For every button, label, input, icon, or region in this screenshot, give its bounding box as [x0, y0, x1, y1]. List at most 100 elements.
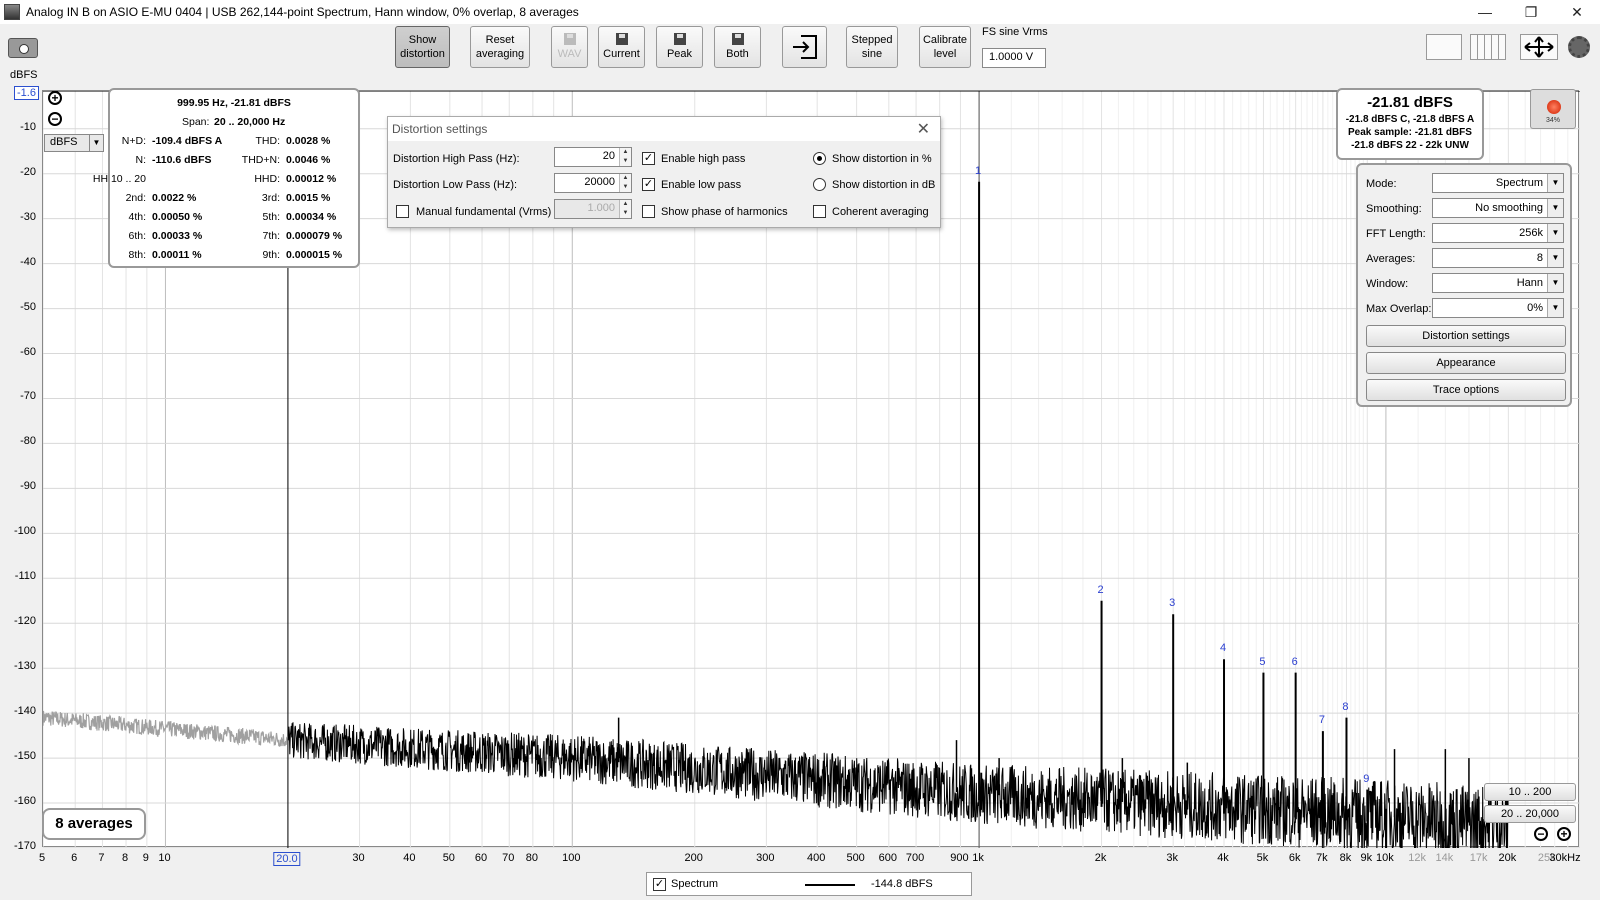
save-both-button[interactable]: Both — [714, 26, 761, 68]
show-pct-radio[interactable] — [813, 152, 826, 165]
x-tick-label: 14k — [1435, 852, 1454, 864]
spinner-icon[interactable]: ▲ ▼ — [619, 148, 631, 166]
y-tick-label: -110 — [14, 570, 36, 583]
wav-button[interactable]: WAV — [551, 26, 588, 68]
enable-high-pass-checkbox[interactable]: ✓ — [642, 152, 655, 165]
floppy-icon — [615, 33, 628, 45]
appearance-button[interactable]: Appearance — [1366, 352, 1566, 374]
zoom-in-icon[interactable]: + — [48, 91, 62, 105]
chevron-down-icon: ▼ — [1547, 174, 1563, 192]
camera-icon[interactable] — [8, 38, 38, 58]
record-button[interactable]: 34% — [1530, 89, 1576, 129]
x-tick-label: 1k — [972, 852, 984, 864]
coherent-averaging-checkbox[interactable] — [813, 205, 826, 218]
record-icon — [1547, 100, 1561, 114]
spinner-icon[interactable]: ▲ ▼ — [619, 174, 631, 192]
show-db-radio[interactable] — [813, 178, 826, 191]
stepped-sine-button[interactable]: Stepped sine — [846, 26, 898, 68]
gear-icon[interactable] — [1568, 36, 1590, 58]
x-tick-label: 9k — [1360, 852, 1373, 864]
x-tick-label: 7k — [1316, 852, 1328, 864]
spinner-icon[interactable]: ▲ ▼ — [619, 200, 631, 218]
x-tick-label: 9 — [142, 852, 149, 864]
readout-value: 0.0015 % — [286, 192, 331, 204]
zoom-out-icon[interactable]: − — [48, 112, 62, 126]
harmonic-label: 7 — [1318, 714, 1325, 727]
x-tick-label: 7 — [98, 852, 105, 864]
close-button[interactable]: ✕ — [1554, 0, 1600, 24]
x-tick-label: 17k — [1469, 852, 1488, 864]
show-phase-checkbox[interactable] — [642, 205, 655, 218]
harmonic-label: 5 — [1259, 655, 1266, 668]
record-percent: 34% — [1545, 117, 1560, 124]
spectrum-checkbox[interactable]: ✓ — [653, 878, 666, 891]
chevron-down-icon: ▼ — [1547, 224, 1563, 242]
distortion-settings-button[interactable]: Distortion settings — [1366, 325, 1566, 347]
y-tick-label: -70 — [20, 390, 36, 403]
x-tick-label: 50 — [442, 852, 455, 864]
fs-sine-label: FS sine Vrms — [982, 26, 1048, 38]
harmonic-label: 9 — [1363, 772, 1370, 785]
max-overlap-select[interactable]: 0% ▼ — [1432, 298, 1564, 318]
smoothing-select[interactable]: No smoothing ▼ — [1432, 198, 1564, 218]
smoothing-value: No smoothing — [1475, 202, 1543, 214]
x-tick-label[interactable]: 20.0 — [273, 852, 301, 866]
calibrate-level-label-1: Calibrate — [922, 34, 968, 46]
readout-label: 8th: — [128, 249, 146, 261]
mode-select[interactable]: Spectrum ▼ — [1432, 173, 1564, 193]
import-button[interactable] — [782, 26, 827, 68]
readout-value: 0.00050 % — [152, 211, 203, 223]
calibrate-level-button[interactable]: Calibrate level — [919, 26, 971, 68]
x-tick-label: 5 — [38, 852, 46, 864]
range-20-20000-button[interactable]: 20 .. 20,000 — [1484, 805, 1576, 823]
range-10-200-button[interactable]: 10 .. 200 — [1484, 783, 1576, 801]
chevron-down-icon: ▼ — [89, 135, 103, 151]
span-value: 20 .. 20,000 Hz — [214, 116, 286, 128]
window-select[interactable]: Hann ▼ — [1432, 273, 1564, 293]
units-select[interactable]: dBFS ▼ — [44, 134, 104, 152]
zoom-out-x-icon[interactable]: − — [1534, 827, 1548, 841]
max-overlap-value: 0% — [1527, 302, 1543, 314]
floppy-icon — [673, 33, 686, 45]
readout-value: 0.00034 % — [286, 211, 337, 223]
x-tick-label: 2k — [1094, 852, 1107, 864]
harmonic-label: 1 — [975, 164, 982, 177]
low-pass-value: 20000 — [584, 176, 615, 188]
averages-select[interactable]: 8 ▼ — [1432, 248, 1564, 268]
columns-icon[interactable] — [1470, 34, 1506, 60]
trace-options-button[interactable]: Trace options — [1366, 379, 1566, 401]
layout-icon[interactable] — [1426, 34, 1462, 60]
distortion-readout: 999.95 Hz, -21.81 dBFS Span: 20 .. 20,00… — [93, 88, 360, 268]
reset-averaging-button[interactable]: Reset averaging — [470, 26, 530, 68]
x-tick-label: 20k — [1498, 852, 1517, 864]
fft-length-select[interactable]: 256k ▼ — [1432, 223, 1564, 243]
minimize-button[interactable]: — — [1462, 0, 1508, 24]
enable-low-pass-checkbox[interactable]: ✓ — [642, 178, 655, 191]
manual-fundamental-input[interactable]: 1.000 ▲ ▼ — [554, 199, 632, 219]
y-top-value[interactable]: -1.6 — [14, 86, 39, 100]
readout-value: 0.000015 % — [286, 249, 343, 261]
fs-sine-input[interactable]: 1.0000 V — [982, 48, 1046, 68]
restore-button[interactable]: ❐ — [1508, 0, 1554, 24]
fft-length-label: FFT Length: — [1366, 228, 1426, 240]
high-pass-input[interactable]: 20 ▲ ▼ — [554, 147, 632, 167]
averages-value: 8 — [1536, 252, 1543, 264]
chevron-down-icon: ▼ — [1547, 299, 1563, 317]
expand-arrows-icon[interactable] — [1520, 34, 1558, 60]
save-current-button[interactable]: Current — [598, 26, 645, 68]
harmonic-label: 3 — [1169, 597, 1176, 610]
close-icon[interactable]: ✕ — [917, 119, 930, 139]
enable-high-pass-label: Enable high pass — [661, 153, 746, 165]
manual-fundamental-checkbox[interactable] — [396, 205, 409, 218]
legend-series-name: Spectrum — [671, 878, 719, 890]
x-tick-label: 70 — [502, 852, 515, 864]
floppy-icon — [731, 33, 744, 45]
save-peak-button[interactable]: Peak — [656, 26, 703, 68]
readout-label: 3rd: — [261, 192, 280, 204]
y-tick-label: -30 — [20, 210, 36, 223]
readout-label: 6th: — [128, 230, 146, 242]
zoom-in-x-icon[interactable]: + — [1557, 827, 1571, 841]
low-pass-input[interactable]: 20000 ▲ ▼ — [554, 173, 632, 193]
x-tick-label: 3k — [1166, 852, 1178, 864]
show-distortion-button[interactable]: Show distortion — [395, 26, 450, 68]
